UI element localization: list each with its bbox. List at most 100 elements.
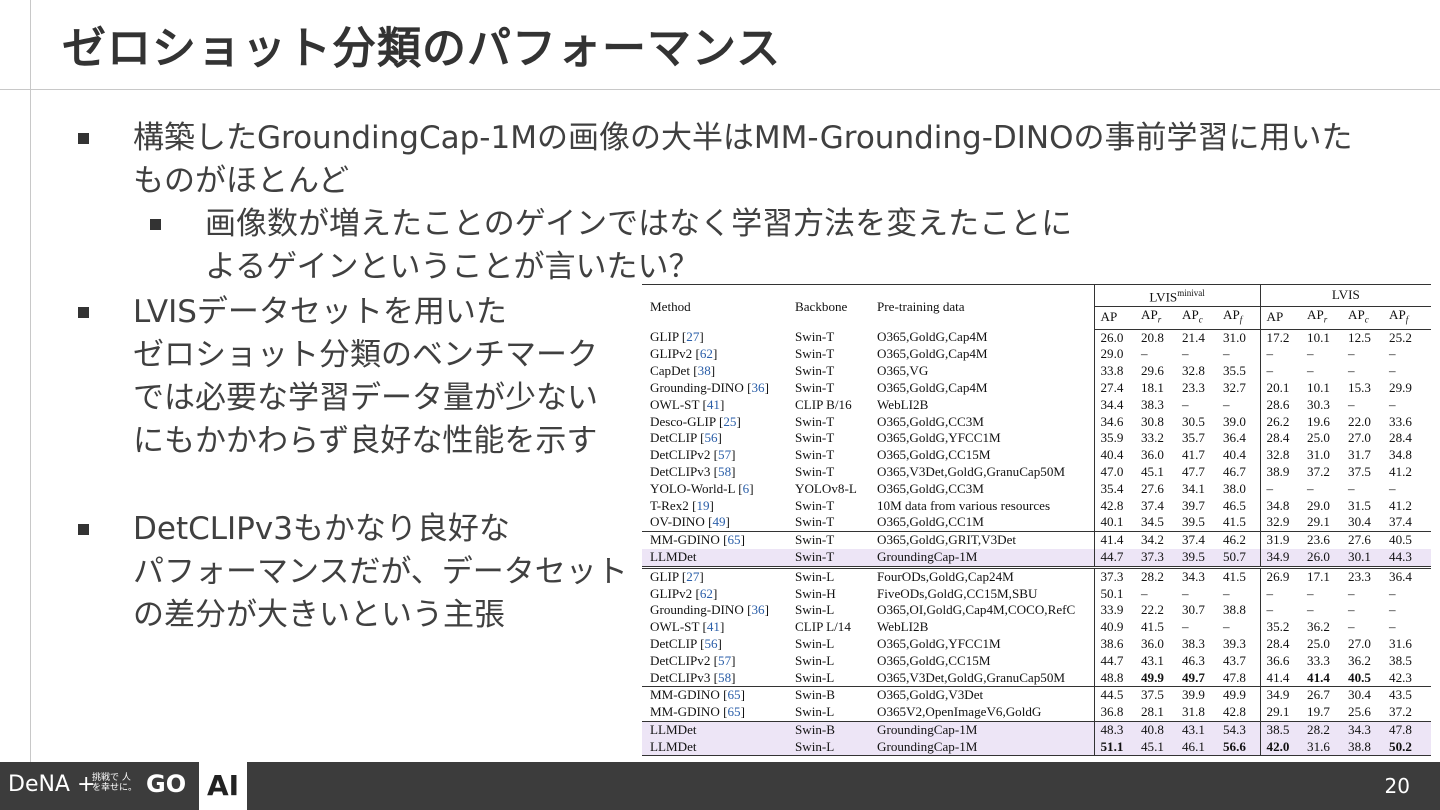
- cell-value: 44.7: [1093, 548, 1135, 568]
- citation-link[interactable]: 62: [700, 346, 713, 361]
- cell-value: –: [1182, 396, 1189, 412]
- cell-value: 45.1: [1135, 738, 1176, 757]
- tagline-logo: 挑戦で 人を幸せに。: [92, 773, 138, 793]
- citation-link[interactable]: 58: [718, 464, 731, 479]
- citation-link[interactable]: 58: [718, 670, 731, 685]
- cell-value: –: [1348, 585, 1355, 601]
- cell-value: –: [1307, 346, 1314, 362]
- cell-value: 34.1: [1182, 480, 1205, 496]
- citation-link[interactable]: 36: [751, 380, 764, 395]
- citation-link[interactable]: 19: [696, 498, 709, 513]
- cell-value: 31.0: [1223, 329, 1246, 345]
- cell-backbone: Swin-T: [787, 548, 869, 568]
- table-row: DetCLIPv2 [57] Swin-L O365,GoldG,CC15M 44.7…: [642, 652, 1431, 670]
- cell-value: 17.1: [1301, 565, 1343, 586]
- cell-value: 47.8: [1223, 669, 1246, 685]
- cell-data: O365,GoldG,CC1M: [877, 514, 984, 530]
- cell-value: 31.8: [1182, 704, 1205, 720]
- table-row: DetCLIPv3 [58] Swin-L O365,V3Det,GoldG,Gra…: [642, 669, 1431, 687]
- cell-value: 56.6: [1217, 738, 1261, 757]
- cell-value: 30.1: [1342, 548, 1384, 568]
- cell-value: 38.5: [1389, 652, 1412, 668]
- citation-link[interactable]: 27: [686, 329, 699, 344]
- cell-value: 29.1: [1307, 514, 1330, 530]
- cell-value: –: [1348, 602, 1355, 618]
- citation-link[interactable]: 41: [707, 619, 720, 634]
- citation-link[interactable]: 36: [751, 602, 764, 617]
- citation-link[interactable]: 6: [743, 481, 750, 496]
- cell-value: 45.1: [1141, 463, 1164, 479]
- table-row: GLIPv2 [62] Swin-H FiveODs,GoldG,CC15M,SBU…: [642, 585, 1431, 603]
- cell-method: MM-GDINO [65]: [642, 686, 787, 705]
- cell-value: –: [1259, 602, 1302, 620]
- cell-value: 27.6: [1342, 531, 1384, 549]
- cell-value: 30.7: [1182, 602, 1205, 618]
- cell-value: 32.8: [1259, 447, 1302, 464]
- cell-method: LLMDet: [642, 720, 787, 739]
- citation-link[interactable]: 57: [718, 447, 731, 462]
- citation-link[interactable]: 65: [727, 688, 740, 702]
- citation-link[interactable]: 56: [704, 430, 717, 445]
- cell-data: FourODs,GoldG,Cap24M: [869, 565, 1094, 586]
- cell-value: 26.2: [1259, 413, 1302, 431]
- cell-backbone: Swin-L: [795, 602, 835, 618]
- cell-value: 36.8: [1093, 704, 1135, 722]
- cell-value: 27.0: [1348, 430, 1371, 446]
- citation-link[interactable]: 49: [712, 514, 725, 529]
- cell-method: LLMDet: [642, 548, 787, 568]
- cell-value: –: [1389, 619, 1396, 635]
- citation-link[interactable]: 65: [727, 704, 740, 719]
- citation-link[interactable]: 38: [698, 363, 711, 378]
- cell-value: 47.8: [1383, 720, 1432, 739]
- metric-header: AP: [1259, 306, 1302, 330]
- cell-value: 43.1: [1141, 652, 1164, 668]
- cell-backbone: CLIP B/16: [795, 396, 852, 412]
- citation-link[interactable]: 25: [723, 414, 736, 429]
- results-table: Method Backbone Pre-training data LVISmi…: [642, 283, 1432, 757]
- table-row: GLIP [27] Swin-L FourODs,GoldG,Cap24M 37.3 2…: [642, 565, 1432, 586]
- citation-link[interactable]: 65: [727, 533, 740, 547]
- cell-value: 44.3: [1383, 548, 1432, 568]
- cell-value: 30.8: [1141, 413, 1164, 429]
- table-row: MM-GDINO [65] Swin-B O365,GoldG,V3Det 44.5 3…: [642, 686, 1432, 705]
- cell-value: –: [1223, 619, 1230, 635]
- cell-value: 30.4: [1348, 514, 1371, 530]
- cell-value: 27.4: [1093, 379, 1135, 397]
- citation-link[interactable]: 27: [686, 570, 699, 583]
- cell-value: 48.8: [1093, 669, 1135, 687]
- table-row: DetCLIP [56] Swin-T O365,GoldG,YFCC1M 35.9 3…: [642, 430, 1431, 448]
- cell-value: 50.2: [1383, 738, 1432, 757]
- cell-value: 36.2: [1307, 619, 1330, 635]
- citation-link[interactable]: 57: [718, 653, 731, 668]
- cell-value: 42.0: [1259, 738, 1302, 757]
- cell-value: 29.0: [1093, 346, 1135, 364]
- cell-value: 37.4: [1176, 531, 1217, 549]
- citation-link[interactable]: 56: [704, 636, 717, 651]
- cell-data: O365,GoldG,CC3M: [877, 413, 984, 429]
- citation-link[interactable]: 41: [707, 397, 720, 412]
- cell-value: 32.8: [1182, 363, 1205, 379]
- bullet-1-sub-line-2: よるゲインということが言いたい？: [205, 249, 700, 285]
- cell-value: 33.3: [1307, 652, 1330, 668]
- cell-value: 37.3: [1135, 548, 1176, 568]
- cell-value: –: [1182, 585, 1189, 601]
- cell-value: 23.6: [1301, 531, 1343, 549]
- bullet-2-line-1: LVISデータセットを用いた: [133, 294, 507, 330]
- cell-value: 17.2: [1259, 329, 1302, 347]
- cell-value: 40.4: [1223, 447, 1246, 463]
- cell-value: 37.2: [1307, 463, 1330, 479]
- cell-value: 19.6: [1307, 413, 1330, 429]
- bullet-square-icon: [78, 524, 89, 535]
- citation-link[interactable]: 62: [700, 586, 713, 601]
- cell-backbone: Swin-T: [787, 531, 869, 549]
- cell-value: 40.9: [1093, 619, 1135, 636]
- cell-value: 23.3: [1182, 379, 1205, 395]
- cell-backbone: Swin-T: [795, 346, 835, 362]
- cell-value: 42.3: [1389, 669, 1412, 685]
- bullet-1-line-2: ものがほとんど: [133, 163, 350, 199]
- cell-value: 40.5: [1348, 669, 1371, 685]
- bullet-1: 構築したGroundingCap-1Mの画像の大半はMM-Grounding-D…: [78, 117, 1353, 203]
- metric-header: APf: [1383, 306, 1432, 330]
- cell-data: O365,VG: [877, 363, 929, 379]
- cell-value: 36.0: [1141, 447, 1164, 463]
